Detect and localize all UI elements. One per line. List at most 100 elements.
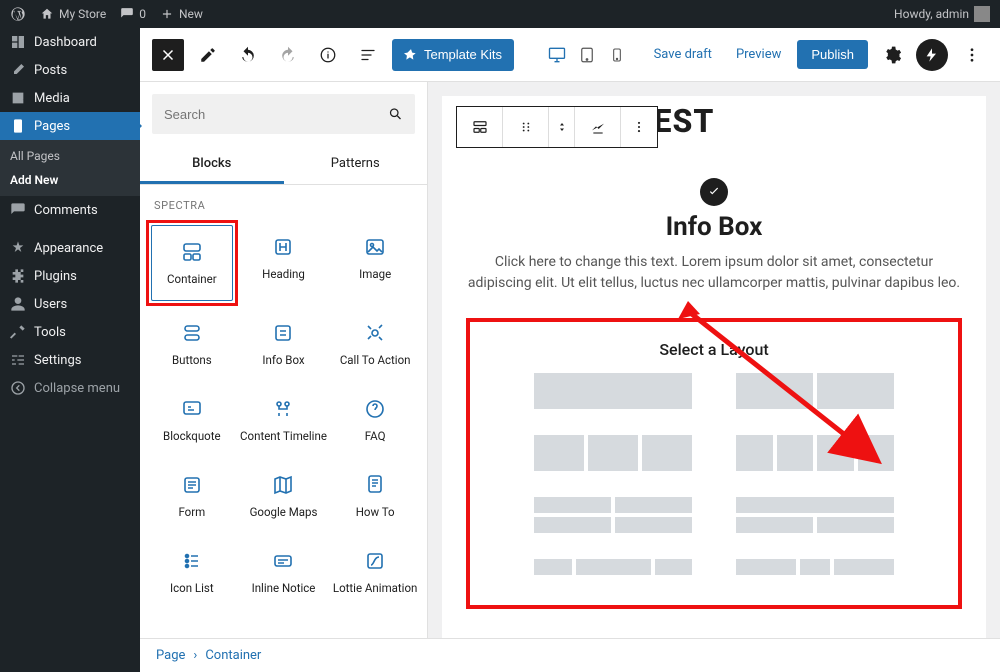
block-breadcrumb: Page › Container	[140, 638, 1000, 672]
block-container[interactable]: Container	[151, 225, 233, 301]
block-faq[interactable]: FAQ	[329, 382, 421, 458]
comments-link[interactable]: 0	[120, 7, 146, 21]
block-how-to[interactable]: How To	[329, 458, 421, 534]
block-blockquote[interactable]: Blockquote	[146, 382, 238, 458]
undo-button[interactable]	[232, 39, 264, 71]
list-view-button[interactable]	[352, 39, 384, 71]
block-label: Info Box	[262, 353, 304, 367]
page-content[interactable]: SPECTRA TEST Info Box Click here to chan…	[442, 96, 986, 638]
device-tablet[interactable]	[574, 42, 600, 68]
block-editor: Template Kits Save draft Preview Publish	[140, 28, 1000, 672]
block-toolbar-more[interactable]	[621, 107, 657, 147]
layout-options	[534, 373, 894, 575]
block-form[interactable]: Form	[146, 458, 238, 534]
menu-media-label: Media	[34, 91, 70, 106]
menu-pages-label: Pages	[34, 119, 70, 134]
menu-dashboard[interactable]: Dashboard	[0, 28, 140, 56]
publish-button[interactable]: Publish	[797, 40, 868, 69]
annotation-highlight-1: Container	[146, 220, 238, 306]
inserter-tabs: Blocks Patterns	[140, 146, 427, 185]
site-home-link[interactable]: My Store	[40, 7, 106, 21]
menu-comments[interactable]: Comments	[0, 196, 140, 224]
submenu-all-pages[interactable]: All Pages	[0, 144, 140, 168]
block-label: Buttons	[172, 353, 212, 367]
menu-tools[interactable]: Tools	[0, 318, 140, 346]
block-label: Content Timeline	[240, 429, 327, 443]
breadcrumb-page[interactable]: Page	[156, 648, 185, 663]
menu-comments-label: Comments	[34, 203, 98, 218]
menu-settings-label: Settings	[34, 353, 81, 368]
menu-plugins[interactable]: Plugins	[0, 262, 140, 290]
block-label: Container	[167, 272, 217, 286]
menu-settings[interactable]: Settings	[0, 346, 140, 374]
spectra-button[interactable]	[916, 39, 948, 71]
block-lottie-animation[interactable]: Lottie Animation	[329, 534, 421, 610]
layout-option-1-2[interactable]	[736, 497, 894, 533]
redo-button[interactable]	[272, 39, 304, 71]
block-toolbar-paste[interactable]	[575, 107, 621, 147]
template-kits-button[interactable]: Template Kits	[392, 39, 514, 71]
layout-option-4col[interactable]	[736, 435, 894, 471]
layout-option-1col[interactable]	[534, 373, 692, 409]
device-mobile[interactable]	[604, 42, 630, 68]
admin-sidebar: Dashboard Posts Media Pages All Pages Ad…	[0, 28, 140, 672]
layout-option-2-1-2[interactable]	[736, 559, 894, 575]
info-button[interactable]	[312, 39, 344, 71]
block-google-maps[interactable]: Google Maps	[238, 458, 330, 534]
block-content-timeline[interactable]: Content Timeline	[238, 382, 330, 458]
edit-mode-button[interactable]	[192, 39, 224, 71]
layout-option-1-2-1[interactable]	[534, 559, 692, 575]
block-search[interactable]	[152, 94, 415, 134]
block-label: Call To Action	[340, 353, 411, 367]
layout-title: Select a Layout	[492, 340, 936, 359]
new-label: New	[179, 7, 203, 21]
tab-blocks[interactable]: Blocks	[140, 146, 284, 184]
block-buttons[interactable]: Buttons	[146, 306, 238, 382]
block-inline-notice[interactable]: Inline Notice	[238, 534, 330, 610]
block-toolbar-drag[interactable]	[503, 107, 549, 147]
block-icon-list[interactable]: Icon List	[146, 534, 238, 610]
layout-option-2x2[interactable]	[534, 497, 692, 533]
tab-patterns[interactable]: Patterns	[284, 146, 428, 184]
search-input[interactable]	[164, 107, 388, 122]
block-toolbar	[456, 106, 658, 148]
preview-button[interactable]: Preview	[728, 43, 789, 66]
info-box-description[interactable]: Click here to change this text. Lorem ip…	[466, 252, 962, 294]
new-content-link[interactable]: New	[160, 7, 203, 21]
block-category-label: Spectra	[140, 185, 427, 218]
submenu-add-new[interactable]: Add New	[0, 168, 140, 192]
menu-appearance[interactable]: Appearance	[0, 234, 140, 262]
menu-users[interactable]: Users	[0, 290, 140, 318]
block-grid: Container Heading Image Buttons Info Box…	[140, 218, 427, 612]
more-menu-button[interactable]	[956, 39, 988, 71]
avatar	[974, 6, 990, 22]
close-inserter-button[interactable]	[152, 39, 184, 71]
howdy-link[interactable]: Howdy, admin	[894, 6, 990, 22]
block-toolbar-type[interactable]	[457, 107, 503, 147]
block-label: Icon List	[170, 581, 214, 595]
wp-admin-bar: My Store 0 New Howdy, admin	[0, 0, 1000, 28]
menu-posts-label: Posts	[34, 63, 67, 78]
info-box-block[interactable]: Info Box Click here to change this text.…	[466, 178, 962, 294]
block-label: Blockquote	[163, 429, 221, 443]
layout-option-3col[interactable]	[534, 435, 692, 471]
block-image[interactable]: Image	[329, 220, 421, 296]
comments-count: 0	[139, 7, 146, 21]
check-icon	[700, 178, 728, 206]
settings-button[interactable]	[876, 39, 908, 71]
device-desktop[interactable]	[544, 42, 570, 68]
block-info-box[interactable]: Info Box	[238, 306, 330, 382]
block-toolbar-move[interactable]	[549, 107, 575, 147]
save-draft-button[interactable]: Save draft	[646, 43, 720, 66]
layout-option-2col[interactable]	[736, 373, 894, 409]
menu-pages[interactable]: Pages	[0, 112, 140, 140]
block-inserter-panel: Blocks Patterns Spectra Container Headin…	[140, 82, 428, 638]
menu-media[interactable]: Media	[0, 84, 140, 112]
collapse-menu[interactable]: Collapse menu	[0, 374, 140, 402]
menu-posts[interactable]: Posts	[0, 56, 140, 84]
block-heading[interactable]: Heading	[238, 220, 330, 296]
info-box-title[interactable]: Info Box	[466, 212, 962, 242]
block-call-to-action[interactable]: Call To Action	[329, 306, 421, 382]
wp-logo[interactable]	[10, 6, 26, 22]
breadcrumb-container[interactable]: Container	[205, 648, 261, 663]
